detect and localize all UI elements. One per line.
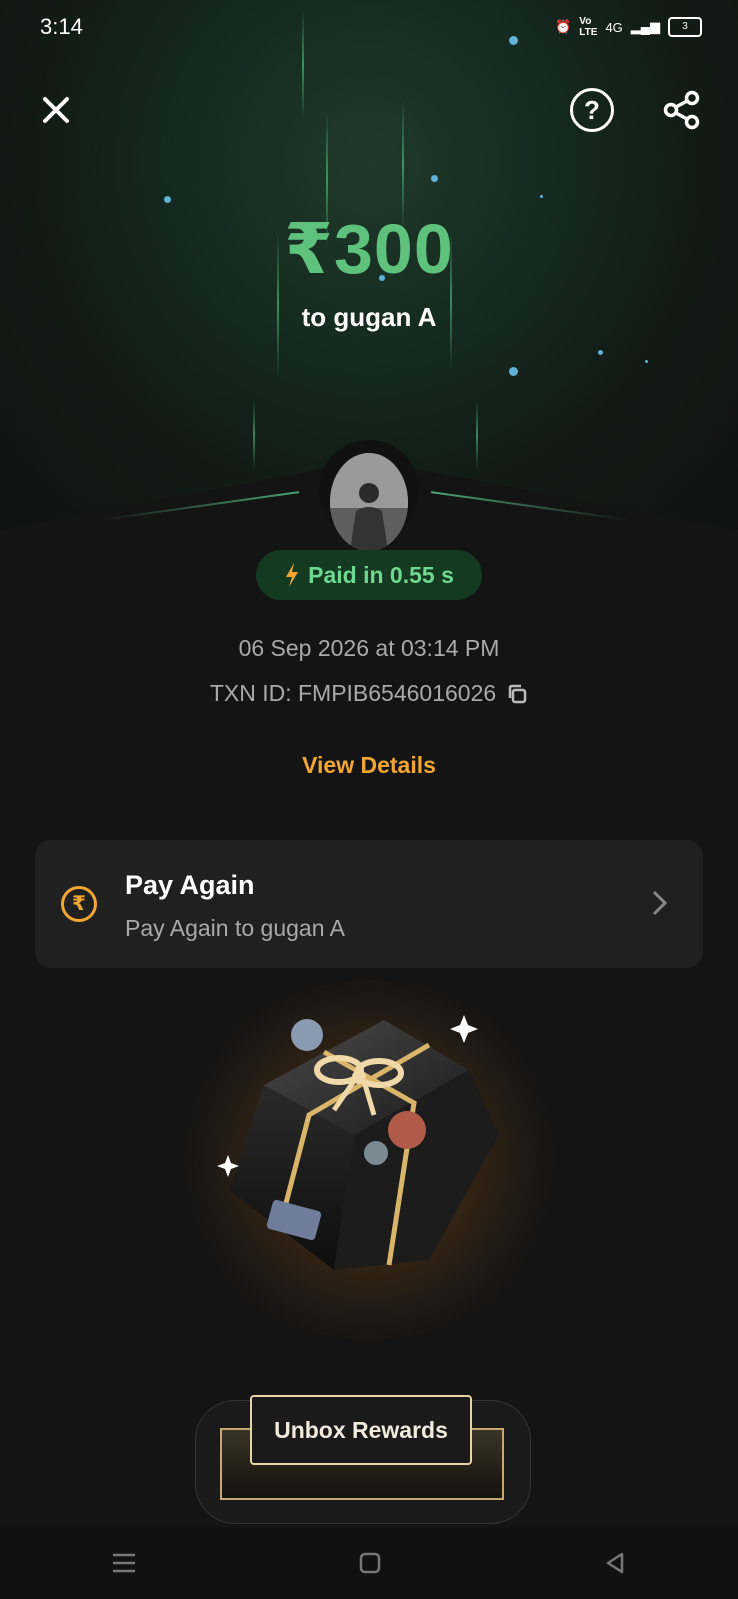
copy-icon[interactable] (506, 683, 528, 705)
paid-badge-label: Paid in 0.55 s (308, 561, 454, 588)
paid-speed-badge: Paid in 0.55 s (256, 550, 482, 600)
view-details-link[interactable]: View Details (0, 752, 738, 779)
avatar-photo (330, 453, 408, 551)
lightning-icon (286, 563, 299, 587)
avatar (330, 453, 408, 551)
transaction-id: TXN ID: FMPIB6546016026 (209, 680, 497, 706)
sparkle-dot (164, 196, 171, 203)
transaction-id-row: TXN ID: FMPIB6546016026 (0, 680, 738, 707)
status-icons: ⏰ Vo LTE 4G ▂▄▆ 3 (555, 16, 702, 38)
unbox-rewards-button[interactable]: Unbox Rewards (250, 1395, 472, 1465)
volte-icon: Vo LTE (579, 16, 598, 38)
gift-box-icon[interactable] (214, 1015, 524, 1305)
sparkle-dot (540, 195, 543, 198)
share-button[interactable] (660, 88, 704, 132)
light-beam (476, 400, 478, 470)
back-icon[interactable] (603, 1551, 627, 1575)
chevron-right-icon (653, 891, 668, 915)
rupee-refresh-icon: ₹ (61, 886, 97, 922)
sparkle-dot (509, 367, 518, 376)
battery-icon: 3 (668, 17, 702, 37)
pay-again-subtitle: Pay Again to gugan A (125, 915, 345, 941)
signal-icon: ▂▄▆ (630, 19, 660, 34)
status-time: 3:14 (40, 14, 83, 39)
network-label: 4G (605, 19, 623, 35)
sparkle-dot (431, 175, 438, 182)
payee-name: to gugan A (301, 302, 437, 332)
question-circle-icon: ? (584, 94, 600, 125)
payment-amount: ₹300 (284, 210, 454, 288)
help-button[interactable]: ? (570, 88, 614, 132)
sparkle-dot (645, 360, 648, 363)
system-nav-bar (0, 1527, 738, 1599)
alarm-icon: ⏰ (555, 19, 572, 34)
menu-icon[interactable] (111, 1552, 137, 1574)
sparkle-dot (598, 350, 603, 355)
pay-again-card[interactable]: ₹ Pay Again Pay Again to gugan A (35, 840, 703, 968)
transaction-datetime: 06 Sep 2026 at 03:14 PM (238, 635, 500, 661)
share-icon (663, 90, 700, 130)
pay-again-title: Pay Again (125, 870, 255, 900)
home-icon[interactable] (358, 1551, 382, 1575)
status-bar: 3:14 ⏰ Vo LTE 4G ▂▄▆ 3 (0, 0, 738, 54)
unbox-rewards-label: Unbox Rewards (274, 1416, 448, 1443)
close-button[interactable] (36, 90, 76, 130)
close-icon (43, 97, 69, 123)
light-beam (253, 400, 255, 470)
